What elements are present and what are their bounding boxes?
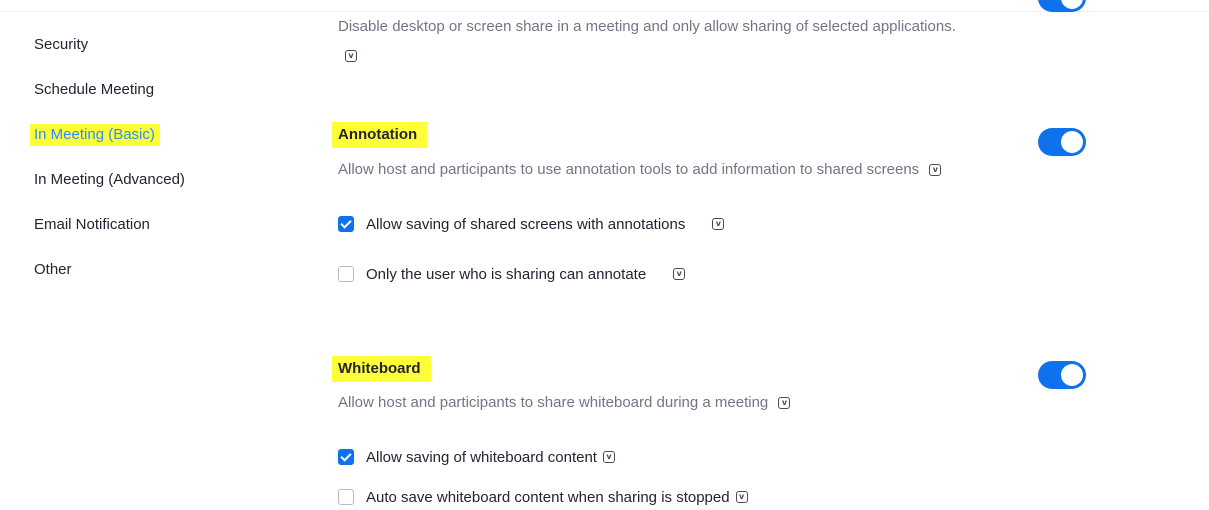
- sidebar-item-label: In Meeting (Basic): [30, 124, 160, 146]
- whiteboard-toggle[interactable]: [1038, 361, 1086, 389]
- screen-share-toggle[interactable]: [1038, 0, 1086, 12]
- annotation-description: Allow host and participants to use annot…: [338, 160, 942, 180]
- option-label: Allow saving of whiteboard content: [366, 448, 597, 466]
- sidebar-item-email-notification[interactable]: Email Notification: [34, 215, 150, 235]
- info-icon[interactable]: v: [735, 491, 748, 503]
- sidebar-item-in-meeting-advanced[interactable]: In Meeting (Advanced): [34, 170, 185, 190]
- checkbox-sharer-only-annotate[interactable]: [338, 266, 354, 282]
- info-icon[interactable]: v: [929, 164, 942, 177]
- sidebar-item-label: Security: [34, 36, 89, 53]
- annotation-toggle[interactable]: [1038, 128, 1086, 156]
- info-icon[interactable]: v: [602, 451, 615, 463]
- whiteboard-description: Allow host and participants to share whi…: [338, 393, 791, 413]
- sidebar-item-label: Email Notification: [34, 216, 150, 233]
- sidebar-item-security[interactable]: Security: [34, 35, 88, 55]
- checkbox-save-whiteboard[interactable]: [338, 449, 354, 465]
- sidebar-item-label: Schedule Meeting: [34, 81, 155, 98]
- checkbox-auto-save-whiteboard[interactable]: [338, 489, 354, 505]
- sidebar-item-in-meeting-basic[interactable]: In Meeting (Basic): [30, 124, 160, 146]
- option-save-annotations[interactable]: Allow saving of shared screens with anno…: [338, 214, 725, 234]
- option-label: Only the user who is sharing can annotat…: [366, 265, 647, 283]
- info-icon[interactable]: v: [345, 50, 357, 62]
- sidebar-item-label: In Meeting (Advanced): [34, 171, 185, 188]
- sidebar-item-label: Other: [34, 261, 72, 278]
- annotation-title: Annotation: [332, 122, 428, 148]
- settings-page: Security Schedule Meeting In Meeting (Ba…: [0, 0, 1209, 510]
- info-icon[interactable]: v: [712, 218, 725, 230]
- screen-share-description: Disable desktop or screen share in a mee…: [338, 18, 956, 35]
- sidebar-item-other[interactable]: Other: [34, 260, 72, 280]
- option-sharer-only-annotate[interactable]: Only the user who is sharing can annotat…: [338, 264, 686, 284]
- whiteboard-title: Whiteboard: [332, 356, 431, 382]
- sidebar-item-schedule-meeting[interactable]: Schedule Meeting: [34, 80, 154, 100]
- option-save-whiteboard[interactable]: Allow saving of whiteboard content v: [338, 447, 615, 467]
- option-auto-save-whiteboard[interactable]: Auto save whiteboard content when sharin…: [338, 487, 748, 507]
- info-icon[interactable]: v: [673, 268, 686, 280]
- divider: [0, 11, 1209, 12]
- option-label: Auto save whiteboard content when sharin…: [366, 488, 730, 506]
- checkbox-save-annotations[interactable]: [338, 216, 354, 232]
- info-icon[interactable]: v: [778, 397, 791, 410]
- option-label: Allow saving of shared screens with anno…: [366, 215, 686, 233]
